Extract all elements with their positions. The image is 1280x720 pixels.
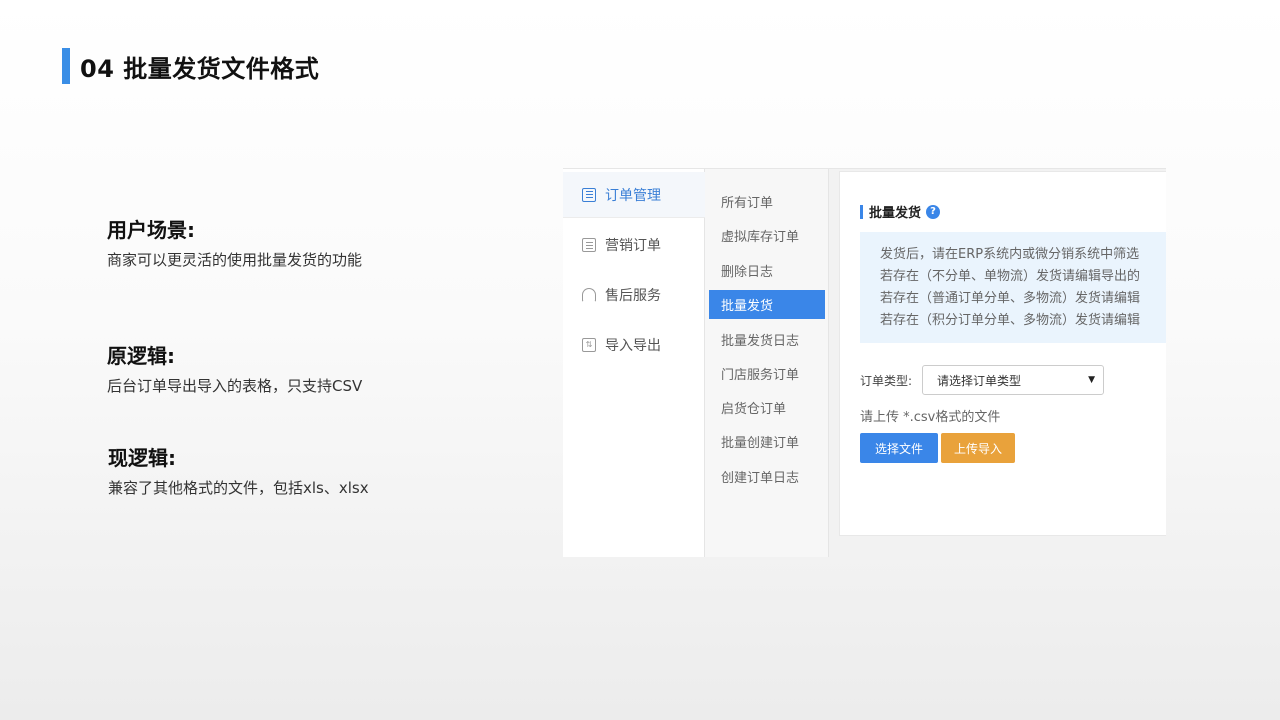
primary-nav-label: 导入导出 (605, 338, 661, 354)
panel-title-text: 批量发货 (869, 206, 922, 221)
ui-screenshot: 订单管理 营销订单 售后服务 ⇅ 导入导出 所有订单 虚拟库存订单 删除日志 批… (563, 168, 1166, 557)
order-doc-icon (582, 187, 596, 202)
order-type-label: 订单类型: (860, 373, 913, 388)
section-text: 后台订单导出导入的表格，只支持CSV (107, 377, 363, 395)
primary-nav-item-import-export[interactable]: ⇅ 导入导出 (563, 322, 705, 368)
caret-down-icon: ▼ (1088, 375, 1096, 385)
secondary-nav-item[interactable]: 启货仓订单 (709, 393, 825, 422)
secondary-nav: 所有订单 虚拟库存订单 删除日志 批量发货 批量发货日志 门店服务订单 启货仓订… (705, 169, 829, 557)
headset-icon (582, 288, 596, 302)
primary-nav-item-aftersales[interactable]: 售后服务 (563, 272, 705, 318)
order-type-value: 请选择订单类型 (937, 373, 1022, 388)
section-text: 商家可以更灵活的使用批量发货的功能 (107, 251, 363, 269)
slide-title-text: 04 批量发货文件格式 (80, 54, 320, 83)
panel-title: 批量发货 ? (860, 202, 941, 221)
upload-import-button[interactable]: 上传导入 (941, 433, 1015, 463)
secondary-nav-item[interactable]: 批量创建订单 (709, 427, 825, 456)
order-type-field: 订单类型: 请选择订单类型 ▼ (860, 365, 1105, 395)
import-export-icon: ⇅ (582, 338, 596, 352)
section-text: 兼容了其他格式的文件，包括xls、xlsx (108, 479, 369, 497)
section-heading: 原逻辑: (107, 344, 175, 368)
notice-line: 发货后，请在ERP系统内或微分销系统中筛选 (880, 247, 1140, 262)
primary-nav-label: 售后服务 (605, 288, 661, 304)
notice-line: 若存在（积分订单分单、多物流）发货请编辑 (880, 313, 1141, 328)
notice-line: 若存在（普通订单分单、多物流）发货请编辑 (880, 291, 1141, 306)
primary-nav-label: 订单管理 (605, 187, 661, 204)
batch-ship-panel: 批量发货 ? 发货后，请在ERP系统内或微分销系统中筛选 若存在（不分单、单物流… (839, 171, 1166, 536)
primary-nav-label: 营销订单 (605, 238, 661, 254)
secondary-nav-item[interactable]: 删除日志 (709, 256, 825, 285)
panel-title-bar (860, 204, 863, 219)
help-icon[interactable]: ? (926, 204, 941, 219)
marketing-doc-icon (582, 238, 596, 252)
secondary-nav-item[interactable]: 创建订单日志 (709, 462, 825, 491)
section-heading: 现逻辑: (108, 446, 176, 470)
section-new-logic: 现逻辑: 兼容了其他格式的文件，包括xls、xlsx (108, 442, 369, 498)
slide-title: 04 批量发货文件格式 (62, 48, 319, 84)
notice-box: 发货后，请在ERP系统内或微分销系统中筛选 若存在（不分单、单物流）发货请编辑导… (860, 232, 1166, 343)
secondary-nav-item[interactable]: 门店服务订单 (709, 359, 825, 388)
title-accent-bar (62, 48, 70, 84)
secondary-nav-item[interactable]: 批量发货日志 (709, 325, 825, 354)
secondary-nav-item-batch-ship[interactable]: 批量发货 (709, 290, 825, 319)
section-old-logic: 原逻辑: 后台订单导出导入的表格，只支持CSV (107, 340, 362, 396)
primary-nav: 订单管理 营销订单 售后服务 ⇅ 导入导出 (563, 169, 705, 557)
section-user-scenario: 用户场景: 商家可以更灵活的使用批量发货的功能 (107, 214, 362, 270)
secondary-nav-item[interactable]: 所有订单 (709, 187, 825, 216)
section-heading: 用户场景: (107, 218, 195, 242)
notice-line: 若存在（不分单、单物流）发货请编辑导出的 (880, 269, 1141, 284)
primary-nav-item-marketing[interactable]: 营销订单 (563, 222, 705, 268)
primary-nav-item-orders[interactable]: 订单管理 (563, 172, 705, 218)
choose-file-button[interactable]: 选择文件 (860, 433, 938, 463)
order-type-select[interactable]: 请选择订单类型 ▼ (922, 365, 1105, 395)
secondary-nav-item[interactable]: 虚拟库存订单 (709, 221, 825, 250)
upload-tip: 请上传 *.csv格式的文件 (860, 410, 1001, 425)
